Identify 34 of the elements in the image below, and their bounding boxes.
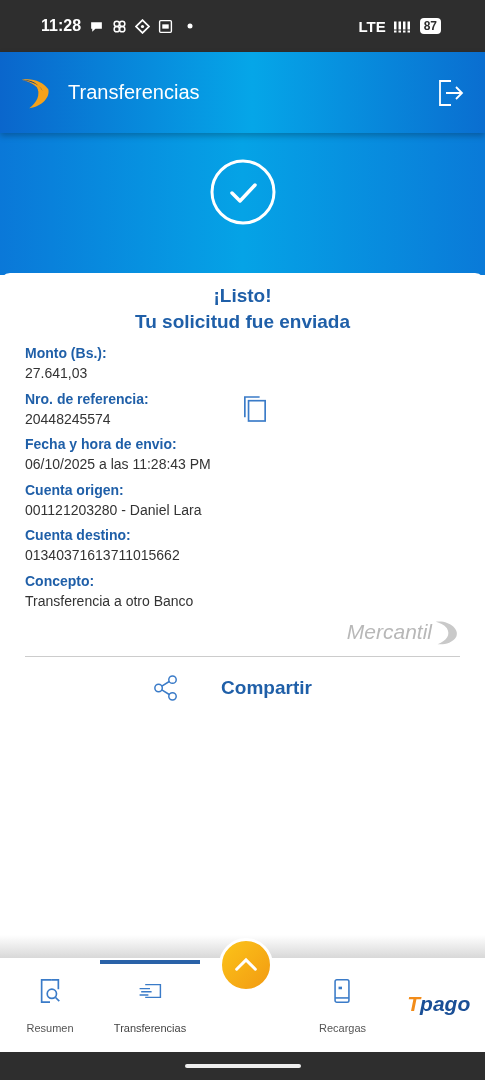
field-value: 27.641,03 — [25, 364, 89, 384]
field-value: 06/10/2025 a las 11:28:43 PM — [25, 455, 212, 475]
screen-title: Transferencias — [68, 81, 200, 104]
status-time: 11:28 — [41, 17, 82, 35]
signal-icon — [393, 19, 412, 33]
bank-brand-logo: Mercantil — [346, 620, 432, 644]
field-value: 20448245574 — [25, 409, 112, 429]
fan-icon — [112, 18, 128, 34]
copy-icon[interactable] — [243, 395, 267, 424]
network-label: LTE — [358, 17, 386, 35]
logout-icon[interactable] — [437, 78, 465, 107]
share-button[interactable]: Compartir — [153, 675, 312, 701]
field-label: Cuenta origen: — [25, 480, 125, 500]
diamond-icon — [135, 18, 151, 34]
field-label: Fecha y hora de envio: — [25, 435, 178, 455]
field-label: Concepto: — [25, 571, 96, 591]
nav-tab[interactable]: Transferencias — [113, 978, 187, 1034]
tpago-logo[interactable]: Tpago — [407, 992, 471, 1016]
success-check-icon — [209, 159, 276, 225]
receipt-subheading: Tu solicitud fue enviada — [134, 310, 351, 334]
field-value: Transferencia a otro Banco — [25, 591, 195, 611]
share-icon — [153, 675, 180, 701]
field-value: 01340371613711015662 — [25, 546, 181, 566]
nav-tab[interactable]: Resumen — [26, 978, 74, 1034]
field-label: Cuenta destino: — [25, 526, 132, 546]
field-label: Monto (Bs.): — [25, 344, 108, 364]
battery-level: 87 — [419, 18, 441, 34]
field-label: Nro. de referencia: — [25, 389, 150, 409]
nav-tab[interactable]: Recargas — [318, 978, 367, 1034]
document-search-icon — [38, 978, 62, 1004]
notification-dot-icon — [187, 23, 194, 29]
field-value: 001121203280 - Daniel Lara — [25, 500, 203, 520]
calendar-icon — [158, 18, 174, 34]
receipt-heading: ¡Listo! — [212, 284, 273, 308]
